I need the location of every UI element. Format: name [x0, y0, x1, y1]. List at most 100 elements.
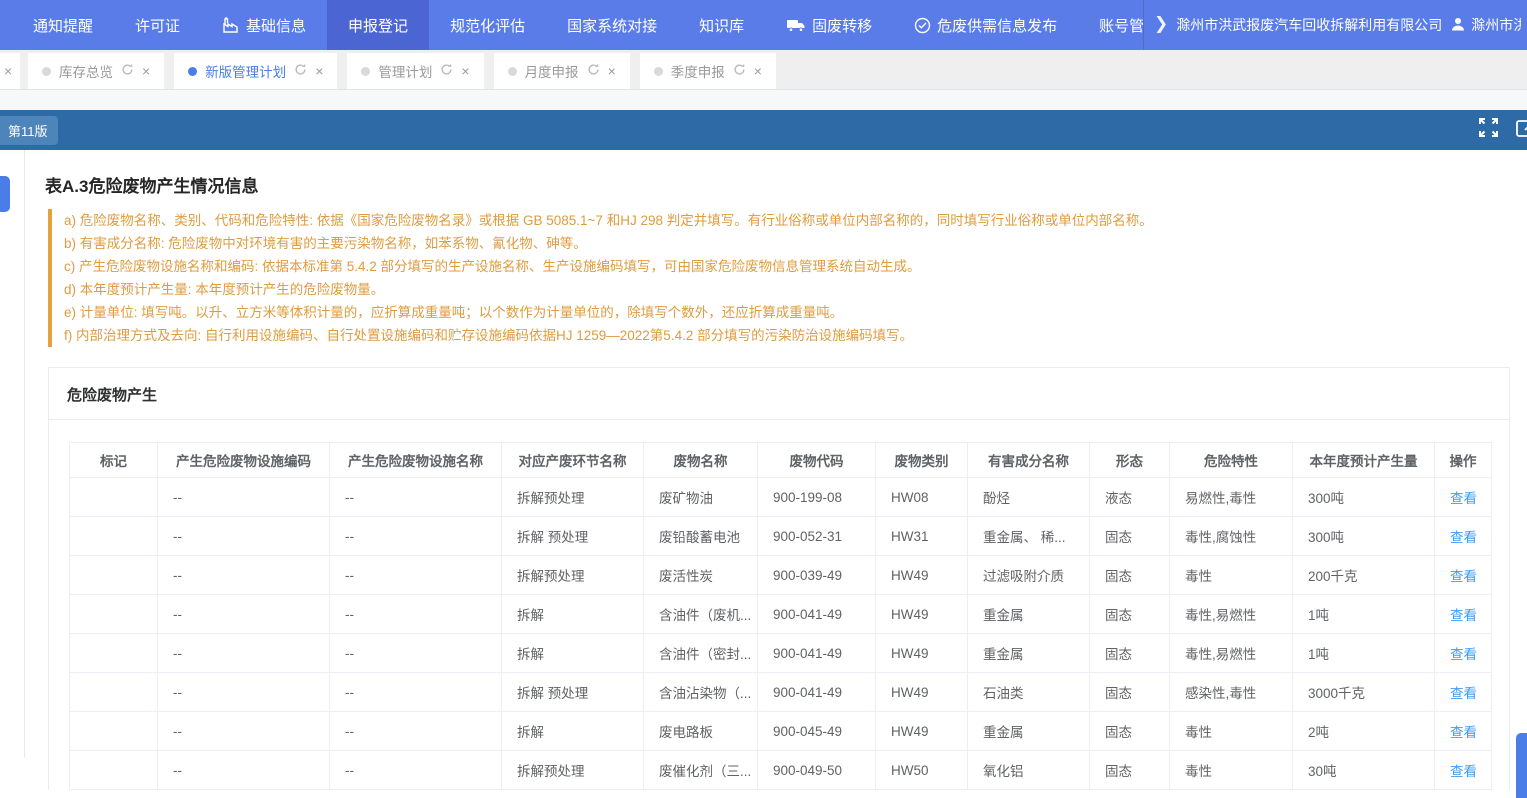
cell-hazard: 感染性,毒性 [1170, 673, 1293, 712]
refresh-icon[interactable] [294, 63, 307, 79]
cell-waste-category: HW49 [876, 556, 968, 595]
user-icon [1450, 16, 1466, 35]
view-link[interactable]: 查看 [1450, 491, 1477, 506]
cell-hazard: 毒性 [1170, 712, 1293, 751]
view-link[interactable]: 查看 [1450, 764, 1477, 779]
tab-management-plan[interactable]: 管理计划 × [347, 53, 483, 89]
cell-waste-category: HW50 [876, 751, 968, 790]
user-menu[interactable]: 滁州市洪... [1450, 15, 1521, 35]
tab-label: 季度申报 [671, 61, 725, 81]
cell-amount: 2吨 [1293, 712, 1435, 751]
cell-stage: 拆解预处理 [502, 751, 644, 790]
tab-monthly-declaration[interactable]: 月度申报 × [494, 53, 630, 89]
nav-item-account[interactable]: 账号管理 [1078, 0, 1143, 50]
cell-waste-code: 900-052-31 [758, 517, 876, 556]
nav-item-standard-assessment[interactable]: 规范化评估 [429, 0, 546, 50]
cell-waste-category: HW49 [876, 673, 968, 712]
refresh-icon[interactable] [121, 63, 134, 79]
contact-support-button[interactable]: 联系客服 [1516, 733, 1527, 798]
close-icon[interactable]: × [315, 64, 323, 78]
cell-form: 固态 [1090, 517, 1170, 556]
close-icon[interactable]: × [608, 64, 616, 78]
nav-item-basic-info[interactable]: 基础信息 [201, 0, 327, 50]
cell-amount: 30吨 [1293, 751, 1435, 790]
cell-hazard: 易燃性,毒性 [1170, 478, 1293, 517]
nav-item-license[interactable]: 许可证 [114, 0, 201, 50]
refresh-icon[interactable] [733, 63, 746, 79]
cell-hazard: 毒性,腐蚀性 [1170, 517, 1293, 556]
nav-item-national-system[interactable]: 国家系统对接 [546, 0, 678, 50]
cell-waste-name: 废催化剂（三... [644, 751, 758, 790]
cell-waste-code: 900-039-49 [758, 556, 876, 595]
refresh-icon[interactable] [440, 63, 453, 79]
cell-stage: 拆解 [502, 634, 644, 673]
cell-mark [70, 673, 158, 712]
fullscreen-icon[interactable] [1478, 117, 1499, 143]
tab-new-management-plan[interactable]: 新版管理计划 × [174, 53, 337, 89]
refresh-icon[interactable] [587, 63, 600, 79]
cell-facility-name: -- [330, 556, 502, 595]
table-row: -- -- 拆解 预处理 含油沾染物（... 900-041-49 HW49 石… [70, 673, 1492, 712]
view-link[interactable]: 查看 [1450, 530, 1477, 545]
view-link[interactable]: 查看 [1450, 686, 1477, 701]
cell-form: 固态 [1090, 556, 1170, 595]
cell-waste-code: 900-199-08 [758, 478, 876, 517]
nav-item-label: 规范化评估 [450, 15, 525, 36]
view-link[interactable]: 查看 [1450, 725, 1477, 740]
cell-mark [70, 634, 158, 673]
cell-form: 液态 [1090, 478, 1170, 517]
cell-mark [70, 712, 158, 751]
left-gutter [0, 150, 25, 758]
cell-harmful: 重金属 [968, 712, 1090, 751]
factory-icon [222, 17, 240, 33]
cell-action: 查看 [1435, 517, 1492, 556]
close-icon[interactable]: × [4, 63, 12, 79]
cell-stage: 拆解 [502, 595, 644, 634]
cell-harmful: 酚烃 [968, 478, 1090, 517]
cell-waste-category: HW31 [876, 517, 968, 556]
nav-item-declaration[interactable]: 申报登记 [327, 0, 429, 50]
nav-item-supply-demand[interactable]: 危废供需信息发布 [893, 0, 1078, 50]
cell-facility-code: -- [158, 634, 330, 673]
col-header-mark: 标记 [70, 443, 158, 478]
table-row: -- -- 拆解 含油件（废机... 900-041-49 HW49 重金属 固… [70, 595, 1492, 634]
cell-facility-code: -- [158, 712, 330, 751]
nav-item-label: 基础信息 [246, 15, 306, 36]
cell-harmful: 重金属、 稀... [968, 517, 1090, 556]
cell-facility-name: -- [330, 673, 502, 712]
note-line-d: d) 本年度预计产生量: 本年度预计产生的危险废物量。 [64, 278, 1510, 301]
cell-mark [70, 556, 158, 595]
cell-action: 查看 [1435, 712, 1492, 751]
tab-label: 管理计划 [378, 61, 432, 81]
tab-quarterly-declaration[interactable]: 季度申报 × [640, 53, 776, 89]
nav-item-notifications[interactable]: 通知提醒 [12, 0, 114, 50]
nav-item-waste-transfer[interactable]: 固废转移 [765, 0, 893, 50]
table-row: -- -- 拆解 预处理 废铅酸蓄电池 900-052-31 HW31 重金属、… [70, 517, 1492, 556]
nav-item-knowledge-base[interactable]: 知识库 [678, 0, 765, 50]
col-header-form: 形态 [1090, 443, 1170, 478]
cell-form: 固态 [1090, 712, 1170, 751]
tab-inventory-overview[interactable]: 库存总览 × [28, 53, 164, 89]
view-link[interactable]: 查看 [1450, 608, 1477, 623]
tab-partial[interactable]: × [0, 53, 20, 89]
edit-icon[interactable] [1515, 117, 1527, 144]
cell-waste-category: HW49 [876, 712, 968, 751]
cell-harmful: 石油类 [968, 673, 1090, 712]
company-name[interactable]: 滁州市洪武报废汽车回收拆解利用有限公司 [1176, 15, 1442, 35]
tab-dot-icon [361, 67, 370, 76]
close-icon[interactable]: × [461, 64, 469, 78]
view-link[interactable]: 查看 [1450, 647, 1477, 662]
chevron-right-icon[interactable]: ❯ [1154, 14, 1168, 34]
close-icon[interactable]: × [142, 64, 150, 78]
cell-harmful: 过滤吸附介质 [968, 556, 1090, 595]
panel-handle[interactable] [0, 176, 10, 212]
col-header-waste-code: 废物代码 [758, 443, 876, 478]
cell-mark [70, 478, 158, 517]
cell-hazard: 毒性,易燃性 [1170, 634, 1293, 673]
cell-stage: 拆解 [502, 712, 644, 751]
cell-amount: 200千克 [1293, 556, 1435, 595]
close-icon[interactable]: × [754, 64, 762, 78]
cell-facility-name: -- [330, 712, 502, 751]
view-link[interactable]: 查看 [1450, 569, 1477, 584]
cell-facility-name: -- [330, 478, 502, 517]
